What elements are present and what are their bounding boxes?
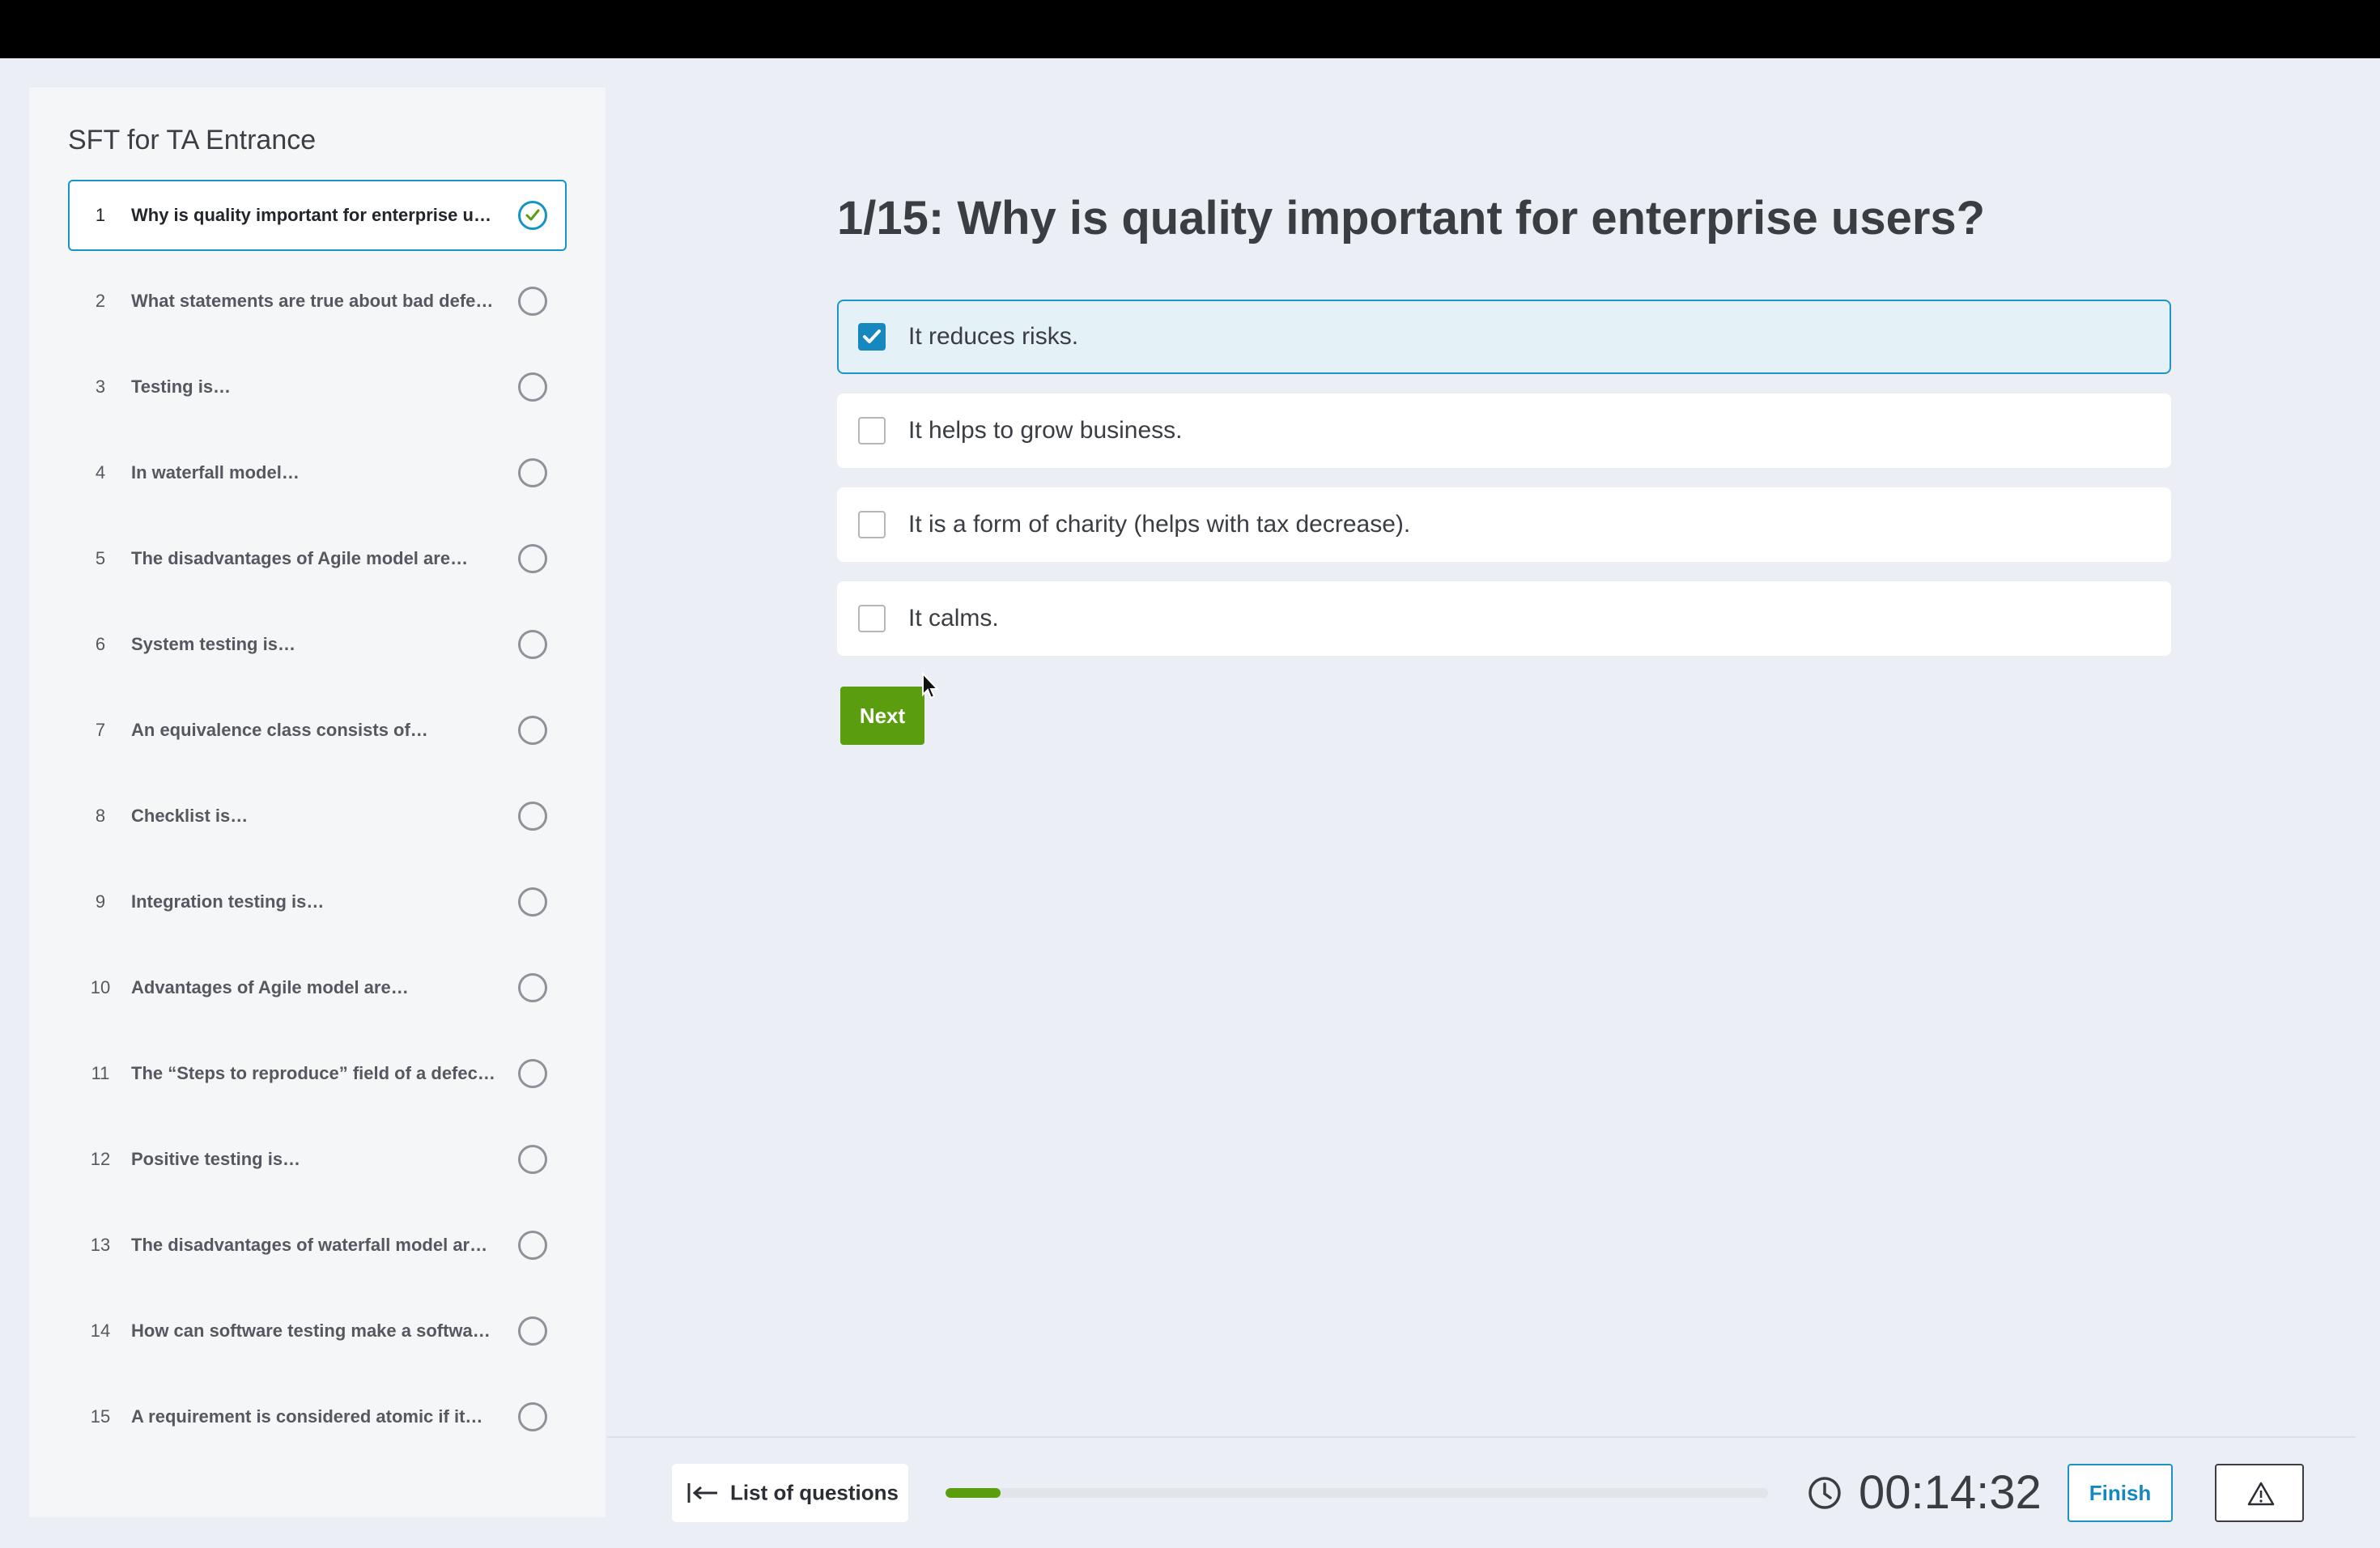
question-number: 3 [95, 376, 106, 397]
sidebar-question-15[interactable]: 15 A requirement is considered atomic if … [68, 1381, 567, 1452]
question-preview: The disadvantages of waterfall model are… [131, 1235, 495, 1255]
answer-option-4[interactable]: It calms. [837, 581, 2171, 656]
sidebar-question-3[interactable]: 3 Testing is… [68, 351, 567, 423]
sidebar-question-10[interactable]: 10 Advantages of Agile model are… [68, 952, 567, 1023]
question-number: 5 [95, 548, 106, 568]
footer-divider [607, 1436, 2356, 1438]
question-number: 7 [95, 720, 106, 740]
answer-label: It calms. [908, 605, 999, 632]
unanswered-circle-icon [518, 1316, 547, 1346]
question-number: 14 [90, 1320, 111, 1341]
answer-label: It helps to grow business. [908, 417, 1183, 444]
unanswered-circle-icon [518, 887, 547, 916]
clock-icon [1808, 1477, 1841, 1509]
question-preview: System testing is… [131, 634, 295, 654]
question-number: 9 [95, 891, 106, 912]
answer-option-2[interactable]: It helps to grow business. [837, 393, 2171, 468]
question-number: 15 [90, 1406, 111, 1427]
question-preview: In waterfall model… [131, 462, 300, 483]
unanswered-circle-icon [518, 802, 547, 831]
answer-option-3[interactable]: It is a form of charity (helps with tax … [837, 487, 2171, 562]
sidebar-question-13[interactable]: 13 The disadvantages of waterfall model a… [68, 1210, 567, 1281]
sidebar-question-12[interactable]: 12 Positive testing is… [68, 1124, 567, 1195]
sidebar-question-5[interactable]: 5 The disadvantages of Agile model are… [68, 523, 567, 594]
progress-bar [946, 1488, 1768, 1498]
sidebar-question-14[interactable]: 14 How can software testing make a softwa… [68, 1295, 567, 1367]
list-of-questions-button[interactable]: List of questions [672, 1464, 908, 1522]
question-number: 11 [91, 1063, 110, 1083]
unanswered-circle-icon [518, 287, 547, 316]
unanswered-circle-icon [518, 458, 547, 487]
answer-checkbox[interactable] [858, 417, 886, 444]
sidebar-question-9[interactable]: 9 Integration testing is… [68, 866, 567, 938]
unanswered-circle-icon [518, 1145, 547, 1174]
sidebar-question-6[interactable]: 6 System testing is… [68, 609, 567, 680]
sidebar-question-4[interactable]: 4 In waterfall model… [68, 437, 567, 508]
unanswered-circle-icon [518, 1402, 547, 1431]
unanswered-circle-icon [518, 544, 547, 573]
unanswered-circle-icon [518, 973, 547, 1002]
next-button[interactable]: Next [840, 687, 924, 745]
answer-label: It reduces risks. [908, 323, 1079, 350]
sidebar-question-8[interactable]: 8 Checklist is… [68, 780, 567, 852]
answer-label: It is a form of charity (helps with tax … [908, 511, 1411, 538]
sidebar-question-11[interactable]: 11 The “Steps to reproduce” field of a de… [68, 1038, 567, 1109]
mouse-cursor-icon [922, 672, 940, 700]
timer: 00:14:32 [1859, 1466, 2042, 1519]
answer-options: It reduces risks. It helps to grow busine… [837, 300, 2171, 675]
question-number: 6 [95, 634, 106, 654]
question-preview: Advantages of Agile model are… [131, 977, 409, 997]
question-preview: The “Steps to reproduce” field of a defe… [131, 1063, 495, 1083]
question-preview: A requirement is considered atomic if it… [131, 1406, 483, 1427]
question-number: 8 [95, 806, 106, 826]
answer-checkbox[interactable] [858, 605, 886, 632]
question-preview: What statements are true about bad defec… [131, 291, 495, 311]
report-issue-button[interactable] [2215, 1464, 2304, 1522]
top-bar [0, 0, 2380, 58]
answer-option-1[interactable]: It reduces risks. [837, 300, 2171, 374]
question-number: 10 [90, 977, 111, 997]
question-number: 12 [90, 1149, 111, 1169]
question-preview: Integration testing is… [131, 891, 325, 912]
question-preview: Checklist is… [131, 806, 249, 826]
unanswered-circle-icon [518, 716, 547, 745]
question-number: 2 [95, 291, 106, 311]
progress-fill [946, 1488, 1001, 1498]
question-preview: Testing is… [131, 376, 232, 397]
question-number: 1 [95, 205, 106, 225]
question-list: 1 Why is quality important for enterprise… [68, 180, 567, 1467]
answer-checkbox[interactable] [858, 323, 886, 351]
unanswered-circle-icon [518, 372, 547, 402]
answered-check-icon [518, 201, 547, 230]
question-title: 1/15: Why is quality important for enter… [837, 192, 1986, 245]
list-of-questions-label: List of questions [730, 1480, 899, 1505]
arrow-left-to-bar-icon [687, 1483, 717, 1503]
unanswered-circle-icon [518, 1059, 547, 1088]
finish-button[interactable]: Finish [2068, 1464, 2173, 1522]
answer-checkbox[interactable] [858, 511, 886, 538]
question-sidebar: SFT for TA Entrance 1 Why is quality impo… [29, 87, 606, 1517]
sidebar-question-2[interactable]: 2 What statements are true about bad defe… [68, 266, 567, 337]
question-number: 13 [90, 1235, 111, 1255]
unanswered-circle-icon [518, 1231, 547, 1260]
sidebar-question-7[interactable]: 7 An equivalence class consists of… [68, 695, 567, 766]
warning-triangle-icon [2247, 1482, 2275, 1506]
question-preview: The disadvantages of Agile model are… [131, 548, 469, 568]
quiz-title: SFT for TA Entrance [68, 125, 317, 155]
question-preview: How can software testing make a software… [131, 1320, 495, 1341]
sidebar-question-1[interactable]: 1 Why is quality important for enterprise… [68, 180, 567, 251]
question-preview: Why is quality important for enterprise … [131, 205, 495, 225]
question-preview: Positive testing is… [131, 1149, 301, 1169]
unanswered-circle-icon [518, 630, 547, 659]
question-number: 4 [95, 462, 106, 483]
question-preview: An equivalence class consists of… [131, 720, 428, 740]
